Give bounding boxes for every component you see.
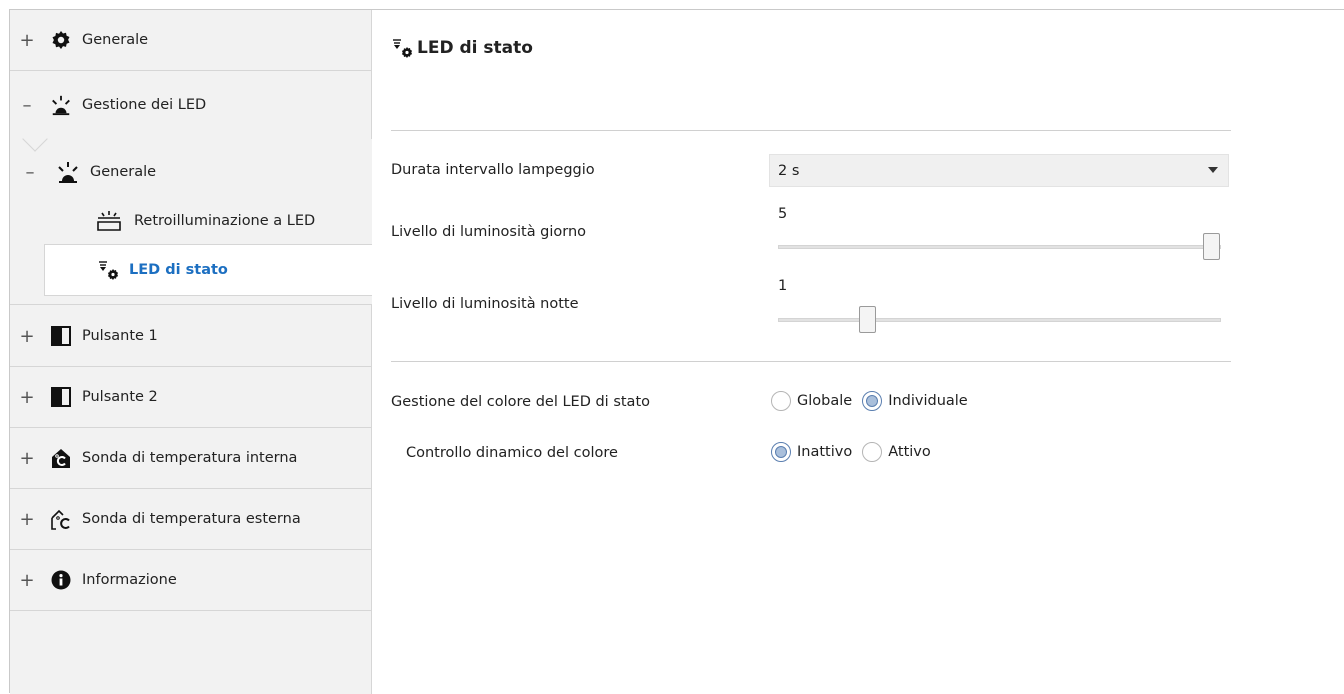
sidebar-item-label: Gestione dei LED: [82, 97, 207, 113]
status-led-icon: [97, 260, 119, 280]
collapse-toggle[interactable]: –: [10, 162, 50, 183]
dropdown-value: 2 s: [778, 162, 800, 179]
radio-circle[interactable]: [862, 442, 883, 462]
page-title-text: LED di stato: [417, 38, 533, 58]
color-management-radio-group: Globale Individuale: [771, 391, 978, 411]
sidebar-item-label: Informazione: [82, 572, 177, 588]
sidebar-item-label: Pulsante 2: [82, 389, 158, 405]
sidebar-item-pulsante-2[interactable]: + Pulsante 2: [10, 367, 372, 428]
dynamic-color-label: Controllo dinamico del colore: [406, 445, 618, 461]
radio-label: Attivo: [888, 444, 931, 460]
sidebar-item-retroilluminazione[interactable]: Retroilluminazione a LED: [96, 206, 315, 236]
sidebar-item-generale[interactable]: + Generale: [10, 10, 372, 71]
expand-toggle[interactable]: +: [10, 570, 44, 591]
sidebar-item-gestione-led[interactable]: – Gestione dei LED: [10, 71, 372, 139]
radio-globale[interactable]: Globale: [771, 391, 852, 411]
brightness-night-label: Livello di luminosità notte: [391, 296, 579, 312]
house-temperature-icon: [50, 447, 72, 469]
flash-interval-dropdown[interactable]: 2 s: [769, 154, 1229, 187]
house-outline-temperature-icon: [50, 508, 72, 530]
expand-toggle[interactable]: +: [10, 387, 44, 408]
led-lamp-icon: [50, 94, 72, 116]
main-panel: LED di stato Durata intervallo lampeggio…: [373, 10, 1344, 694]
backlight-icon: [96, 210, 122, 232]
led-lamp-icon: [56, 161, 80, 183]
brightness-day-slider[interactable]: [778, 233, 1221, 260]
sidebar: + Generale – Gestione dei LED – Generale: [10, 10, 372, 694]
sidebar-item-pulsante-1[interactable]: + Pulsante 1: [10, 306, 372, 367]
brightness-day-label: Livello di luminosità giorno: [391, 224, 587, 240]
radio-circle[interactable]: [862, 391, 883, 411]
expand-toggle[interactable]: +: [10, 326, 44, 347]
pushbutton-icon: [50, 325, 72, 347]
sidebar-item-label: Sonda di temperatura interna: [82, 450, 298, 466]
slider-thumb[interactable]: [1203, 233, 1220, 260]
radio-label: Inattivo: [797, 444, 853, 460]
sidebar-item-label: Pulsante 1: [82, 328, 158, 344]
page-title: LED di stato: [391, 38, 533, 58]
radio-circle[interactable]: [771, 442, 791, 462]
sidebar-item-label: Generale: [90, 164, 157, 180]
sidebar-item-label: Retroilluminazione a LED: [134, 213, 316, 229]
app-frame: + Generale – Gestione dei LED – Generale: [9, 9, 1344, 694]
dynamic-color-radio-group: Inattivo Attivo: [771, 442, 941, 462]
radio-circle[interactable]: [771, 391, 791, 411]
sidebar-item-label: LED di stato: [129, 262, 228, 278]
sidebar-item-informazione[interactable]: + Informazione: [10, 550, 372, 611]
radio-label: Individuale: [888, 393, 968, 409]
brightness-day-value: 5: [778, 206, 788, 222]
sidebar-item-led-di-stato[interactable]: LED di stato: [44, 244, 372, 296]
chevron-down-icon: [1208, 167, 1218, 173]
gear-icon: [50, 29, 72, 51]
radio-attivo[interactable]: Attivo: [862, 442, 931, 462]
sidebar-item-label: Sonda di temperatura esterna: [82, 511, 301, 527]
expand-toggle[interactable]: +: [10, 509, 44, 530]
sidebar-item-generale-led[interactable]: – Generale: [10, 157, 156, 187]
expand-toggle[interactable]: +: [10, 448, 44, 469]
radio-individuale[interactable]: Individuale: [862, 391, 968, 411]
brightness-night-slider[interactable]: [778, 306, 1221, 333]
color-management-label: Gestione del colore del LED di stato: [391, 394, 650, 410]
slider-thumb[interactable]: [859, 306, 876, 333]
sidebar-item-sonda-esterna[interactable]: + Sonda di temperatura esterna: [10, 489, 372, 550]
info-icon: [50, 569, 72, 591]
sidebar-item-label: Generale: [82, 32, 149, 48]
radio-inattivo[interactable]: Inattivo: [771, 442, 852, 462]
collapse-toggle[interactable]: –: [10, 95, 44, 116]
divider: [391, 130, 1231, 131]
divider: [391, 361, 1231, 362]
sidebar-item-sonda-interna[interactable]: + Sonda di temperatura interna: [10, 428, 372, 489]
brightness-night-value: 1: [778, 278, 788, 294]
expand-toggle[interactable]: +: [10, 30, 44, 51]
status-led-icon: [391, 38, 413, 58]
radio-label: Globale: [797, 393, 853, 409]
pushbutton-icon: [50, 386, 72, 408]
flash-interval-label: Durata intervallo lampeggio: [391, 162, 595, 178]
